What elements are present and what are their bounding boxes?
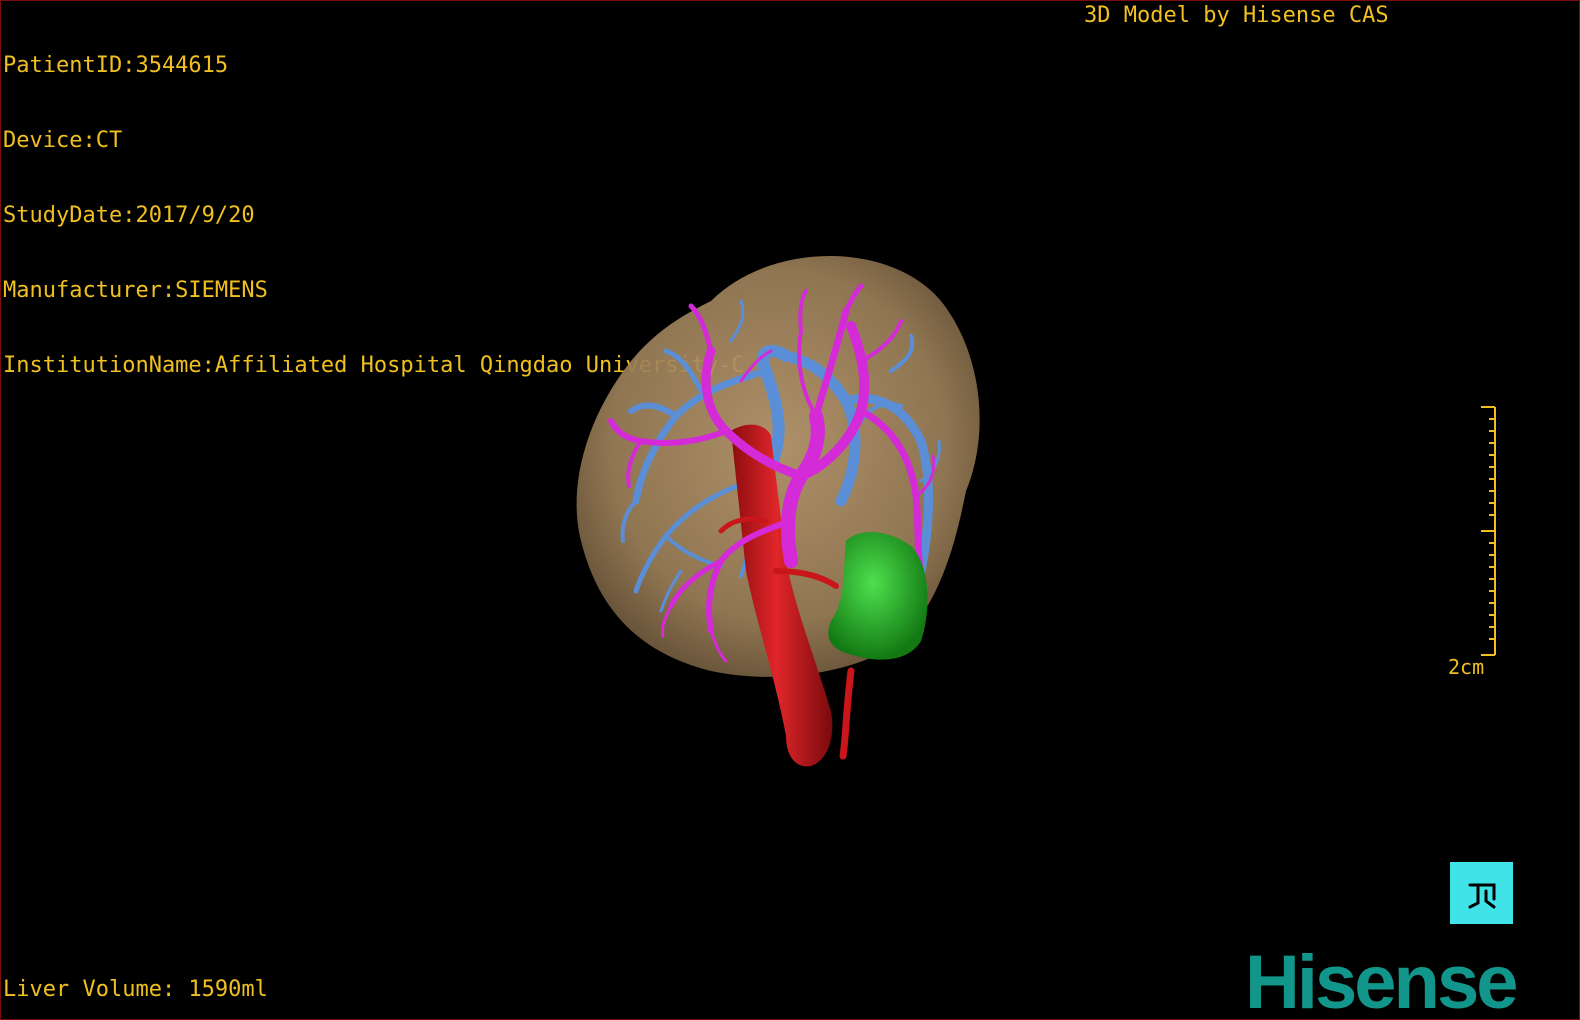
liver-volume-label: Liver Volume: 1590ml	[3, 977, 268, 1002]
study-date-label: StudyDate:2017/9/20	[3, 203, 255, 228]
liver-3d-model[interactable]	[561, 241, 991, 781]
orientation-glyph-icon	[1468, 883, 1495, 909]
device-label: Device:CT	[3, 128, 123, 153]
orientation-cube-icon[interactable]	[1450, 862, 1513, 924]
scale-bar	[1481, 406, 1496, 656]
hisense-logo: Hisense	[1245, 940, 1518, 1020]
3d-viewport[interactable]: PatientID:3544615 Device:CT StudyDate:20…	[0, 0, 1580, 1020]
model-credit: 3D Model by Hisense CAS	[1084, 3, 1389, 28]
patient-id-label: PatientID:3544615	[3, 53, 229, 78]
scale-bar-label: 2cm	[1448, 655, 1485, 679]
